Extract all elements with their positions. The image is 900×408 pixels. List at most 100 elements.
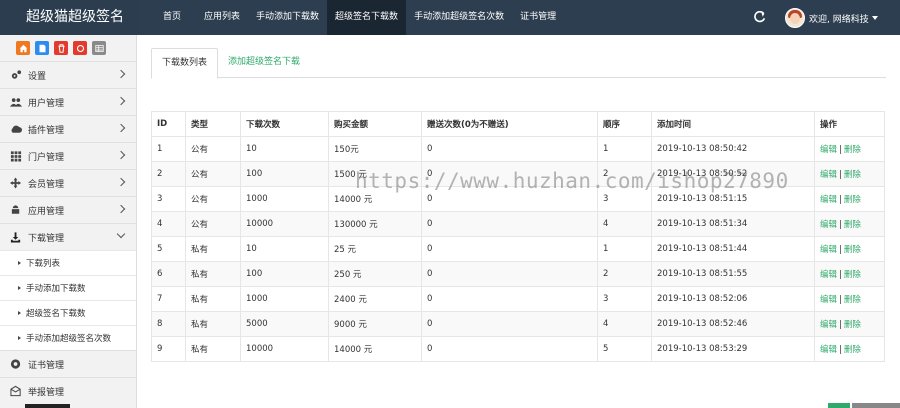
shortcut-button[interactable] — [73, 41, 87, 55]
table-header: 下载次数 — [240, 111, 329, 137]
nav-item[interactable]: 超级签名下载数 — [327, 0, 407, 35]
sidebar-subitem[interactable]: 手动添加下载数 — [0, 275, 136, 300]
caret-right-icon — [18, 311, 21, 315]
table-cell: 5 — [597, 336, 652, 362]
delete-link[interactable]: 删除 — [844, 295, 861, 305]
nav-item[interactable]: 手动添加下载数 — [248, 0, 327, 35]
table-row: 6 私有 100 250 元 0 2 2019-10-13 08:51:55 编辑 | 删除 — [151, 261, 885, 287]
table-cell: 2019-10-13 08:52:46 — [651, 311, 815, 337]
table-cell: 0 — [421, 261, 598, 287]
main-content: 下载数列表 添加超级签名下载 ID 类型 下载次数 购买金额 赠送次数(0为不赠送) 顺序添… — [137, 35, 900, 408]
gears-icon — [9, 69, 22, 81]
table-cell: 7 — [151, 286, 186, 312]
edit-link[interactable]: 编辑 — [820, 170, 837, 180]
table-cell: 公有 — [185, 211, 241, 237]
edit-link[interactable]: 编辑 — [820, 245, 837, 255]
edit-link[interactable]: 编辑 — [820, 195, 837, 205]
delete-link[interactable]: 删除 — [844, 345, 861, 355]
tab[interactable]: 下载数列表 — [151, 48, 219, 79]
table-cell: 2019-10-13 08:53:29 — [651, 336, 815, 362]
action-separator: | — [839, 220, 842, 230]
shortcut-button[interactable] — [54, 41, 68, 55]
action-separator: | — [839, 245, 842, 255]
table-actions: 编辑 | 删除 — [814, 211, 885, 237]
sidebar: 设置 用户管理 插件管理门户管理会员管理应用管理 下载管理下载列表手动添加下载数 超级签… — [0, 35, 137, 408]
chevron-down-icon — [871, 16, 878, 20]
edit-link[interactable]: 编辑 — [820, 220, 837, 230]
tab[interactable]: 添加超级签名下载 — [218, 48, 310, 78]
nav-item[interactable]: 手动添加超级签名次数 — [406, 0, 512, 35]
delete-link[interactable]: 删除 — [844, 220, 861, 230]
sidebar-item[interactable]: 证书管理 — [0, 350, 136, 377]
delete-link[interactable]: 删除 — [844, 270, 861, 280]
app-title[interactable]: 超级猫超级签名 — [0, 0, 137, 35]
caret-right-icon — [18, 286, 21, 290]
table-cell: 0 — [421, 136, 598, 162]
sidebar-subitem[interactable]: 超级签名下载数 — [0, 300, 136, 325]
table-cell: 0 — [421, 311, 598, 337]
sidebar-item[interactable]: 应用管理 — [0, 196, 136, 223]
action-separator: | — [839, 295, 842, 305]
table-row: 5 私有 10 25 元 0 1 2019-10-13 08:51:44 编辑 | 删除 — [151, 236, 885, 262]
table-cell: 4 — [597, 311, 652, 337]
table-cell: 公有 — [185, 161, 241, 187]
table-header: ID — [151, 111, 186, 137]
table-actions: 编辑 | 删除 — [814, 311, 885, 337]
sidebar-item[interactable]: 设置 — [0, 61, 136, 88]
table-cell: 0 — [421, 286, 598, 312]
sidebar-item-label: 会员管理 — [28, 179, 65, 190]
table-header: 赠送次数(0为不赠送) — [421, 111, 598, 137]
sidebar-subitem-label: 手动添加超级签名次数 — [26, 334, 112, 344]
nav-item[interactable]: 证书管理 — [512, 0, 564, 35]
sidebar-item[interactable]: 用户管理 — [0, 88, 136, 115]
sidebar-item[interactable]: 下载管理 — [0, 223, 136, 250]
table-actions: 编辑 | 删除 — [814, 286, 885, 312]
sidebar-item-label: 证书管理 — [28, 360, 65, 371]
edit-link[interactable]: 编辑 — [820, 270, 837, 280]
table-cell: 公有 — [185, 136, 241, 162]
user-menu[interactable]: 欢迎, 网络科技 — [785, 8, 878, 28]
delete-link[interactable]: 删除 — [844, 145, 861, 155]
table-row: 7 私有 1000 2400 元 0 3 2019-10-13 08:52:06 编辑 | 删除 — [151, 286, 885, 312]
sidebar-item[interactable]: 会员管理 — [0, 169, 136, 196]
nav-item[interactable]: 应用列表 — [196, 0, 248, 35]
table-cell: 3 — [597, 286, 652, 312]
delete-link[interactable]: 删除 — [844, 320, 861, 330]
sidebar-item[interactable]: 举报管理 — [0, 377, 136, 404]
action-separator: | — [839, 345, 842, 355]
table-actions: 编辑 | 删除 — [814, 336, 885, 362]
sidebar-item[interactable]: 插件管理 — [0, 115, 136, 142]
table-actions: 编辑 | 删除 — [814, 236, 885, 262]
sidebar-item-label: 门户管理 — [28, 152, 65, 163]
edit-link[interactable]: 编辑 — [820, 145, 837, 155]
edit-link[interactable]: 编辑 — [820, 345, 837, 355]
shortcut-button[interactable] — [16, 41, 30, 55]
delete-link[interactable]: 删除 — [844, 170, 861, 180]
table-cell: 3 — [151, 186, 186, 212]
sidebar-item[interactable]: 门户管理 — [0, 142, 136, 169]
sidebar-subitem-label: 超级签名下载数 — [26, 309, 86, 319]
sidebar-subitem-label: 手动添加下载数 — [26, 284, 86, 294]
sidebar-subitem[interactable]: 手动添加超级签名次数 — [0, 325, 136, 350]
table-row: 8 私有 5000 9000 元 0 4 2019-10-13 08:52:46 编辑 | 删除 — [151, 311, 885, 337]
table-cell: 1000 — [240, 286, 329, 312]
sidebar-subitem-label: 下载列表 — [26, 259, 61, 269]
shortcut-button[interactable] — [92, 41, 106, 55]
delete-link[interactable]: 删除 — [844, 195, 861, 205]
edit-link[interactable]: 编辑 — [820, 320, 837, 330]
edit-link[interactable]: 编辑 — [820, 295, 837, 305]
nav-item[interactable]: 首页 — [148, 0, 196, 35]
table-cell: 2019-10-13 08:51:34 — [651, 211, 815, 237]
refresh-icon[interactable] — [753, 11, 766, 24]
sidebar-subitem[interactable]: 下载列表 — [0, 250, 136, 275]
table-header: 操作 — [814, 111, 885, 137]
table-cell: 6 — [151, 261, 186, 287]
table-cell: 2019-10-13 08:50:52 — [651, 161, 815, 187]
delete-link[interactable]: 删除 — [844, 245, 861, 255]
table-cell: 2019-10-13 08:50:42 — [651, 136, 815, 162]
chevron-right-icon — [116, 229, 126, 239]
shortcut-button[interactable] — [35, 41, 49, 55]
table-cell: 私有 — [185, 286, 241, 312]
users-icon — [9, 96, 22, 108]
table-cell: 9000 元 — [328, 311, 422, 337]
